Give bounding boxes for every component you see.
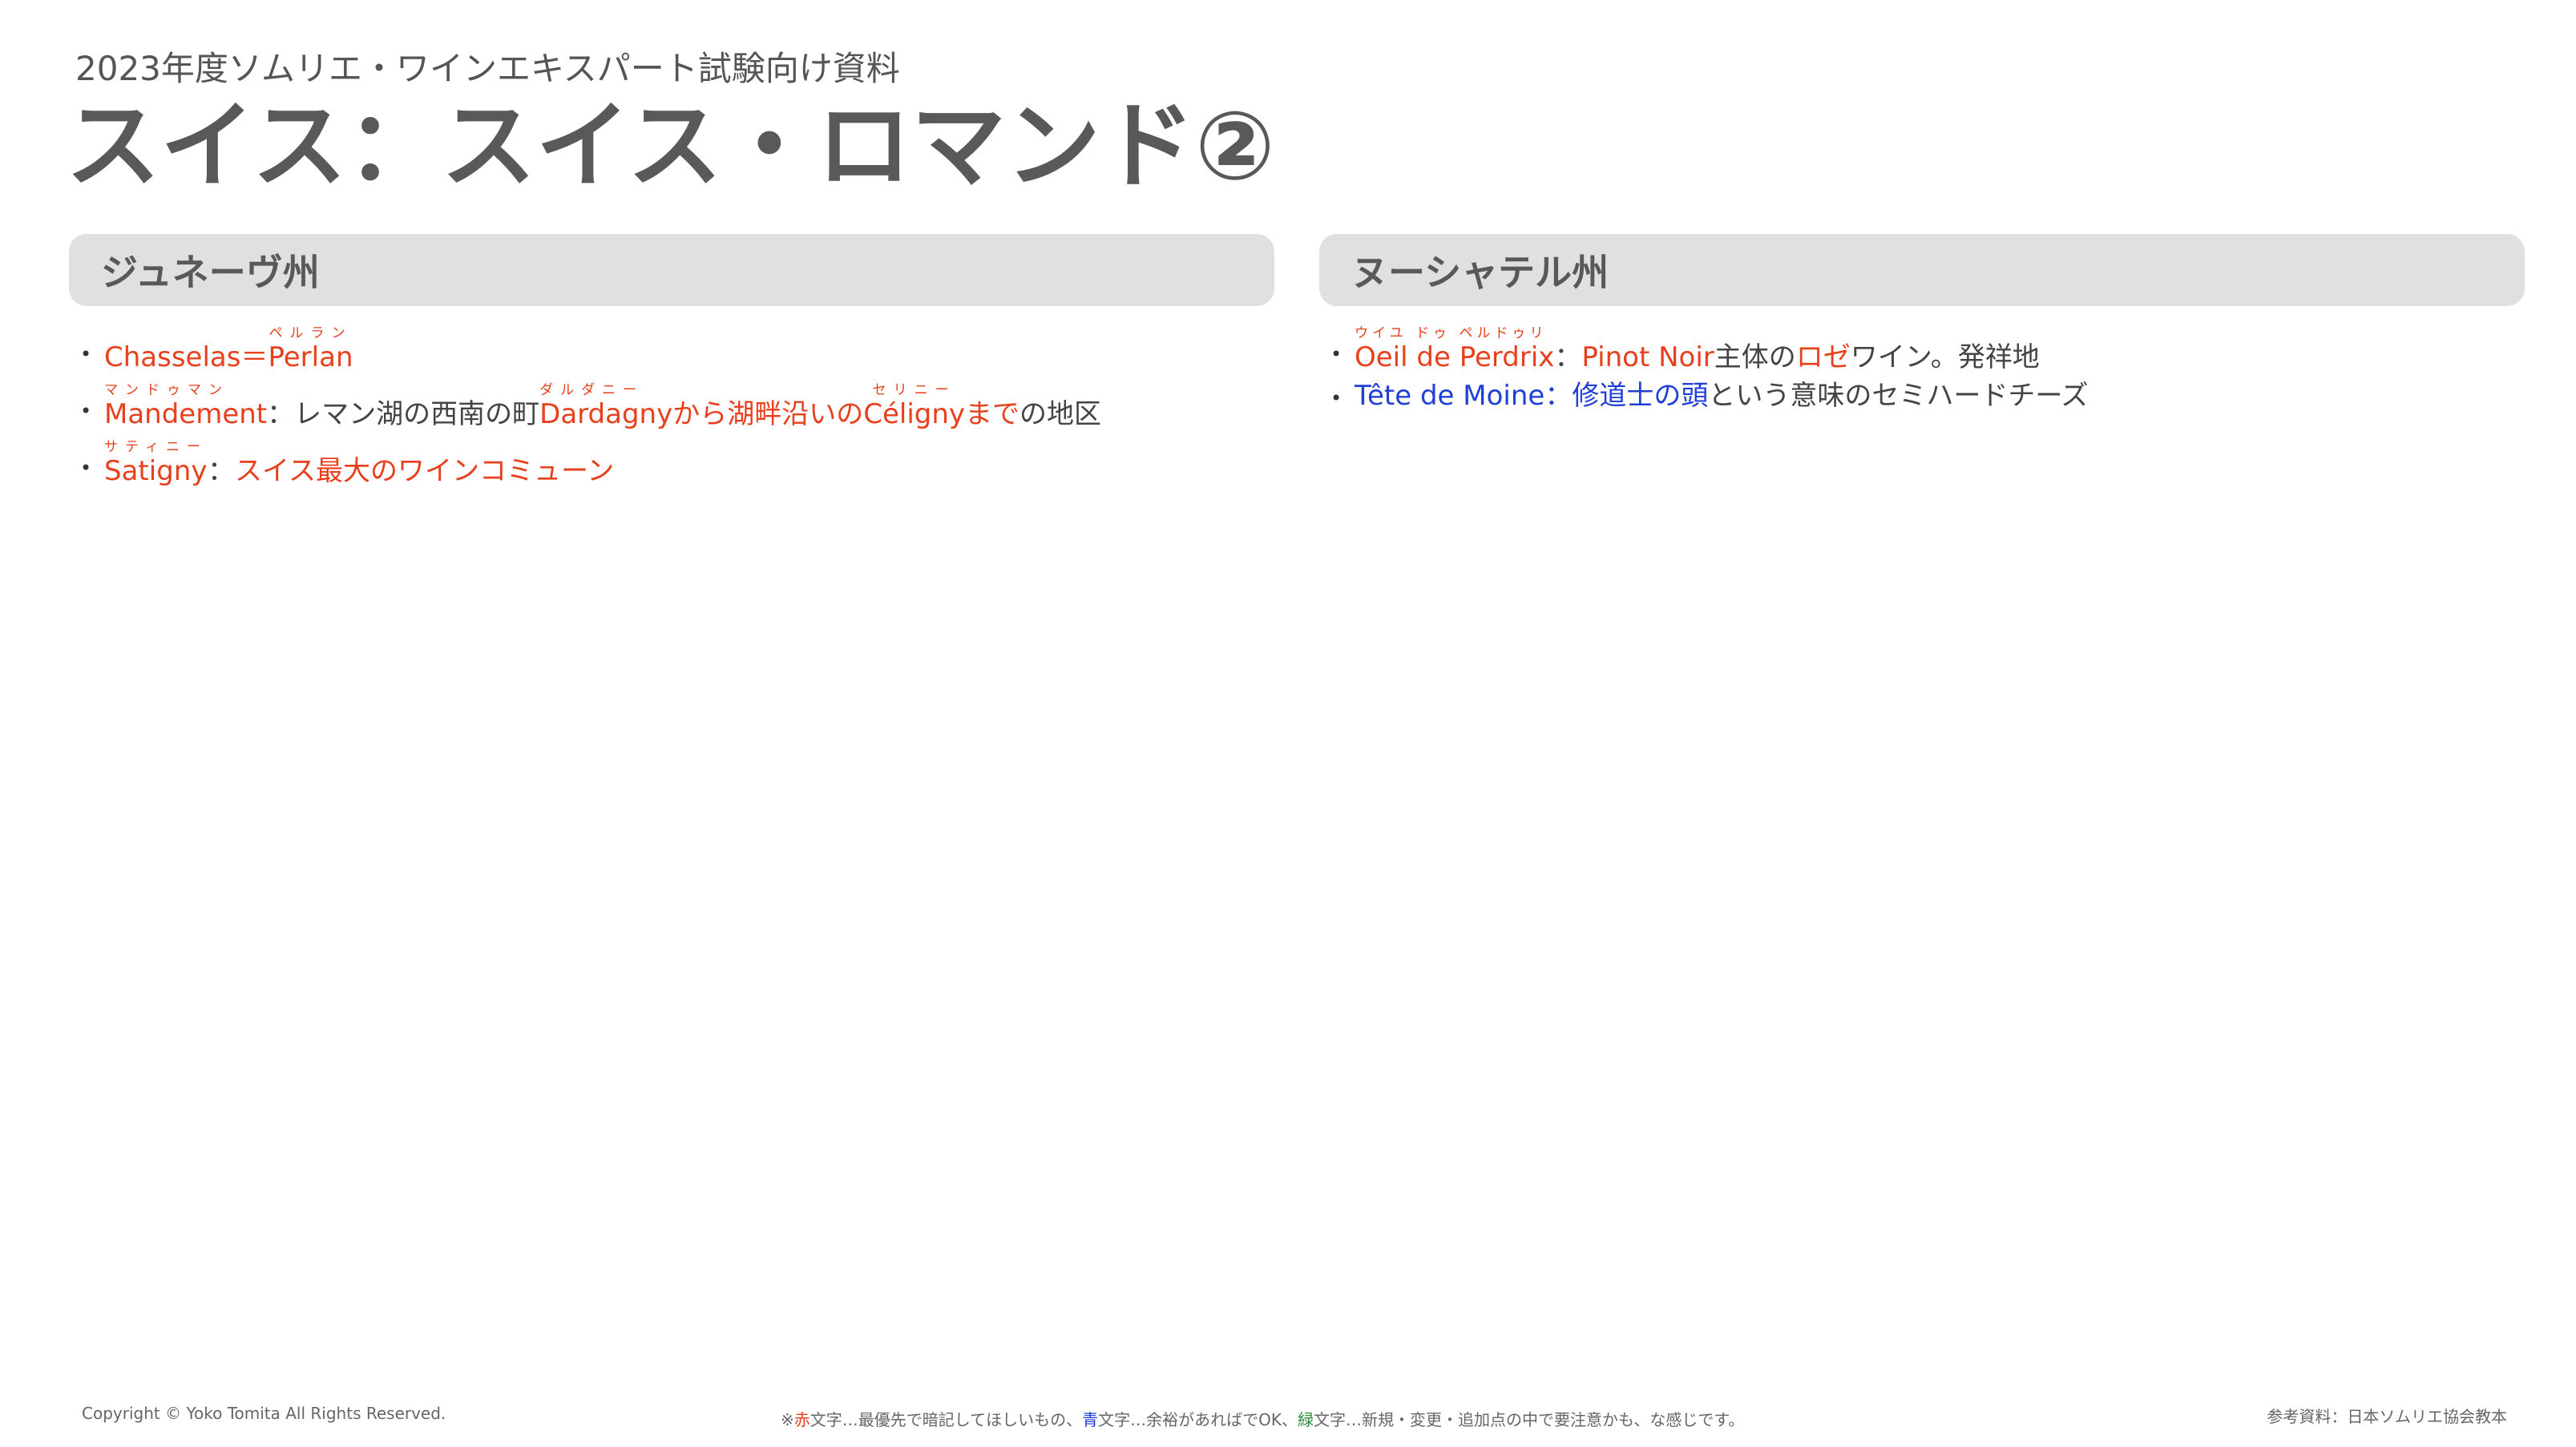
document-subtitle: 2023年度ソムリエ・ワインエキスパート試験向け資料 <box>75 49 900 88</box>
term-chasselas: Chasselas <box>104 341 241 373</box>
list-item: • サティニー Satigny ： スイス最大のワインコミューン <box>80 433 1266 490</box>
equals-sign: ＝ <box>240 341 269 373</box>
description-text: レマン湖の西南の町 <box>294 398 540 430</box>
section-heading-geneva: ジュネーヴ州 <box>101 251 320 294</box>
section-header-neuchatel: ヌーシャテル州 <box>1319 234 2525 306</box>
term-mandement: Mandement <box>104 398 268 430</box>
term-oeil-de-perdrix: Oeil de Perdrix <box>1355 341 1555 373</box>
separator: ： <box>1554 341 1582 373</box>
term-perlan: Perlan <box>268 341 353 373</box>
neuchatel-item-list: • ウイユ ドゥ ペルドゥリ Oeil de Perdrix ： Pinot N… <box>1330 319 2517 416</box>
bullet-icon: • <box>80 400 92 422</box>
description-text: から湖畔沿いの <box>672 398 864 430</box>
bullet-icon: • <box>1330 343 1343 365</box>
reference-text: 参考資料：日本ソムリエ協会教本 <box>2267 1407 2507 1426</box>
section-header-geneva: ジュネーヴ州 <box>69 234 1274 306</box>
bullet-icon: • <box>1330 387 1343 409</box>
place-dardagny: Dardagny <box>539 398 673 430</box>
bullet-icon: • <box>80 343 92 365</box>
legend-red-word: 赤 <box>793 1410 810 1429</box>
description-text: まで <box>965 398 1020 430</box>
color-legend: ※赤文字…最優先で暗記してほしいもの、青文字…余裕があればでOK、緑文字…新規・… <box>781 1407 1744 1430</box>
list-item: • Chasselas ＝ ペルラン Perlan <box>80 319 1266 376</box>
geneva-item-list: • Chasselas ＝ ペルラン Perlan • マンドゥマン Mande… <box>80 319 1266 490</box>
legend-prefix: ※ <box>781 1410 794 1429</box>
description-text: ロゼ <box>1795 341 1851 373</box>
legend-blue-desc: 文字…余裕があればでOK、 <box>1098 1410 1298 1429</box>
legend-blue-word: 青 <box>1082 1410 1099 1429</box>
legend-green-desc: 文字…新規・変更・追加点の中で要注意かも、な感じです。 <box>1314 1410 1745 1429</box>
description-text: 主体の <box>1714 341 1796 373</box>
list-item: • ウイユ ドゥ ペルドゥリ Oeil de Perdrix ： Pinot N… <box>1330 319 2517 376</box>
description-text: の地区 <box>1019 398 1102 430</box>
list-item: • マンドゥマン Mandement ： レマン湖の西南の町 ダルダニー Dar… <box>80 376 1266 433</box>
description-text: 修道士の頭 <box>1572 380 1709 412</box>
section-heading-neuchatel: ヌーシャテル州 <box>1351 251 1609 294</box>
term-pinot-noir: Pinot Noir <box>1581 341 1714 373</box>
page-title: スイス：スイス・ロマンド② <box>66 91 1275 201</box>
separator: ： <box>207 455 235 487</box>
separator: ： <box>1544 380 1573 412</box>
description-text: スイス最大のワインコミューン <box>234 455 615 487</box>
description-text: ワイン。発祥地 <box>1850 341 2040 373</box>
legend-green-word: 緑 <box>1298 1410 1314 1429</box>
list-item: • Tête de Moine ： 修道士の頭 という意味のセミハードチーズ <box>1330 376 2517 416</box>
term-satigny: Satigny <box>104 455 208 487</box>
place-celigny: Céligny <box>863 398 966 430</box>
term-tete-de-moine: Tête de Moine <box>1355 380 1545 412</box>
description-text: という意味のセミハードチーズ <box>1708 380 2089 412</box>
copyright-text: Copyright © Yoko Tomita All Rights Reser… <box>82 1404 446 1423</box>
legend-red-desc: 文字…最優先で暗記してほしいもの、 <box>810 1410 1083 1429</box>
bullet-icon: • <box>80 457 92 479</box>
separator: ： <box>267 398 295 430</box>
